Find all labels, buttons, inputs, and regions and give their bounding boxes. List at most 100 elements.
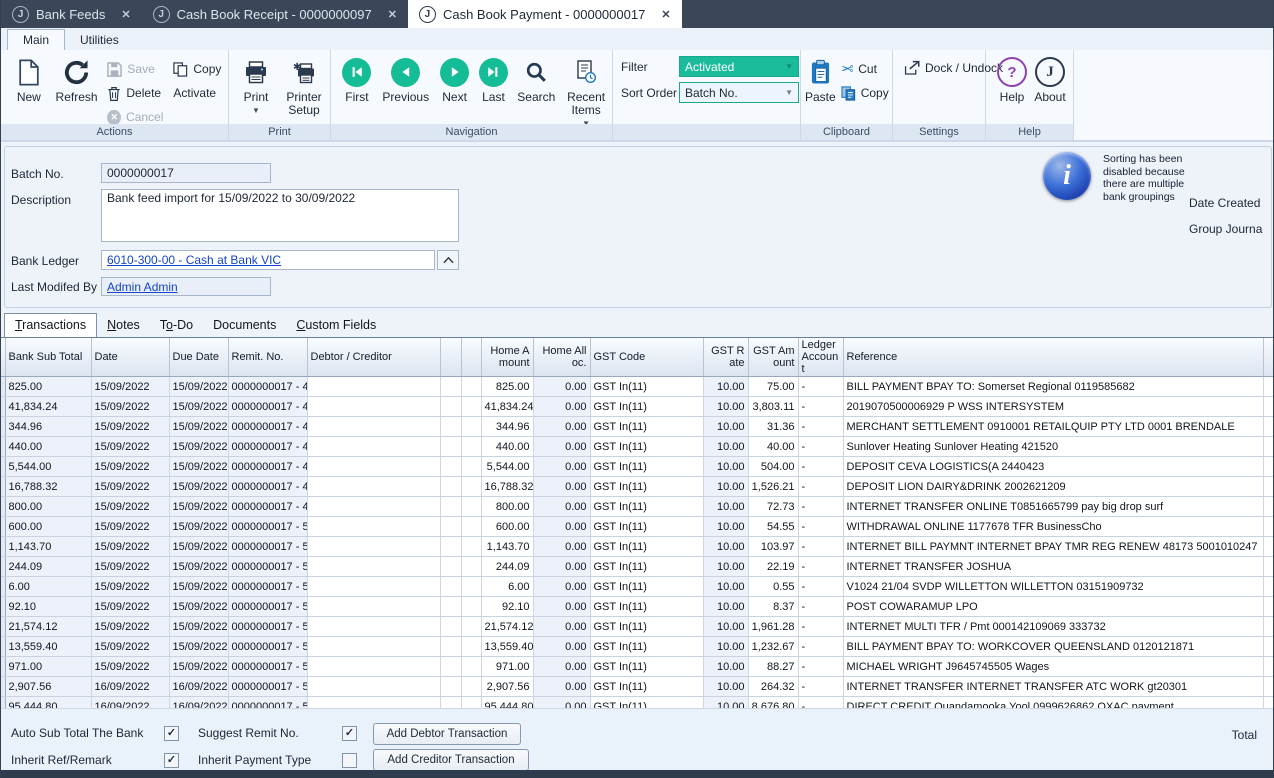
grid-cell-gstrate[interactable]: 10.00 [703,417,748,437]
grid-cell-alloc[interactable]: 0.00 [533,397,590,417]
grid-cell-date[interactable]: 15/09/2022 [91,537,169,557]
grid-cell-ref[interactable]: POST COWARAMUP LPO [843,597,1263,617]
grid-cell-gstcode[interactable]: GST In(11) [590,537,703,557]
grid-cell-gstamt[interactable]: 40.00 [748,437,798,457]
grid-cell-gstamt[interactable]: 88.27 [748,657,798,677]
grid-cell-remit[interactable]: 0000000017 - 5 [228,637,307,657]
grid-cell-amount[interactable]: 16,788.32 [481,477,533,497]
grid-cell-amount[interactable]: 344.96 [481,417,533,437]
grid-cell-gstcode[interactable]: GST In(11) [590,577,703,597]
grid-cell-ledger[interactable]: - [798,617,843,637]
grid-cell-c3[interactable] [1263,597,1274,617]
grid-cell-due[interactable]: 15/09/2022 [169,377,228,397]
grid-cell-gstrate[interactable]: 10.00 [703,557,748,577]
grid-cell-debtor[interactable] [307,537,440,557]
new-button[interactable]: New [7,50,51,104]
grid-cell-c1[interactable] [440,657,461,677]
grid-cell-due[interactable]: 15/09/2022 [169,477,228,497]
grid-cell-due[interactable]: 15/09/2022 [169,397,228,417]
grid-cell-alloc[interactable]: 0.00 [533,677,590,697]
grid-cell-debtor[interactable] [307,437,440,457]
add-debtor-transaction-button[interactable]: Add Debtor Transaction [373,723,521,745]
grid-cell-remit[interactable]: 0000000017 - 4 [228,417,307,437]
detail-tab-notes[interactable]: Notes [97,314,150,337]
grid-cell-gstcode[interactable]: GST In(11) [590,497,703,517]
next-button[interactable]: Next [435,50,475,104]
grid-cell-sub[interactable]: 92.10 [5,597,91,617]
sort-order-dropdown[interactable]: Batch No. ▼ [679,82,799,103]
grid-cell-c2[interactable] [461,537,481,557]
grid-cell-ref[interactable]: DEPOSIT CEVA LOGISTICS(A 2440423 [843,457,1263,477]
collapse-header-button[interactable] [437,250,459,270]
grid-cell-ledger[interactable]: - [798,417,843,437]
grid-cell-c1[interactable] [440,557,461,577]
table-row[interactable]: 41,834.2415/09/202215/09/20220000000017 … [1,397,1274,417]
grid-cell-c3[interactable] [1263,537,1274,557]
grid-cell-ref[interactable]: INTERNET MULTI TFR / Pmt 000142109069 33… [843,617,1263,637]
window-tab[interactable]: JCash Book Receipt - 0000000097✕ [142,0,408,28]
grid-cell-c1[interactable] [440,537,461,557]
grid-cell-debtor[interactable] [307,457,440,477]
table-row[interactable]: 2,907.5616/09/202216/09/20220000000017 -… [1,677,1274,697]
grid-cell-date[interactable]: 15/09/2022 [91,657,169,677]
paste-button[interactable]: Paste [805,50,836,104]
grid-cell-c1[interactable] [440,677,461,697]
grid-cell-alloc[interactable]: 0.00 [533,657,590,677]
grid-cell-c1[interactable] [440,377,461,397]
grid-cell-gstrate[interactable]: 10.00 [703,397,748,417]
grid-cell-c2[interactable] [461,457,481,477]
grid-cell-date[interactable]: 15/09/2022 [91,637,169,657]
grid-cell-gstamt[interactable]: 1,232.67 [748,637,798,657]
grid-cell-c1[interactable] [440,597,461,617]
description-field[interactable]: Bank feed import for 15/09/2022 to 30/09… [101,189,459,242]
grid-cell-amount[interactable]: 5,544.00 [481,457,533,477]
grid-cell-sub[interactable]: 6.00 [5,577,91,597]
grid-cell-alloc[interactable]: 0.00 [533,597,590,617]
grid-cell-ledger[interactable]: - [798,457,843,477]
help-button[interactable]: ? Help [994,50,1030,104]
grid-cell-remit[interactable]: 0000000017 - 5 [228,517,307,537]
grid-cell-due[interactable]: 15/09/2022 [169,457,228,477]
grid-cell-gstrate[interactable]: 10.00 [703,477,748,497]
grid-cell-c3[interactable] [1263,497,1274,517]
grid-cell-due[interactable]: 15/09/2022 [169,597,228,617]
grid-cell-c3[interactable] [1263,477,1274,497]
grid-cell-gstamt[interactable]: 504.00 [748,457,798,477]
grid-cell-c2[interactable] [461,417,481,437]
inherit-payment-type-checkbox[interactable] [342,753,357,768]
grid-cell-debtor[interactable] [307,597,440,617]
detail-tab-to-do[interactable]: To-Do [150,314,203,337]
grid-cell-due[interactable]: 15/09/2022 [169,497,228,517]
grid-cell-date[interactable]: 15/09/2022 [91,617,169,637]
grid-cell-gstamt[interactable]: 54.55 [748,517,798,537]
print-dropdown-icon[interactable]: ▼ [252,104,260,117]
grid-cell-c2[interactable] [461,377,481,397]
grid-cell-gstrate[interactable]: 10.00 [703,377,748,397]
grid-cell-ledger[interactable]: - [798,557,843,577]
grid-cell-gstrate[interactable]: 10.00 [703,617,748,637]
grid-cell-ref[interactable]: INTERNET BILL PAYMNT INTERNET BPAY TMR R… [843,537,1263,557]
grid-cell-ref[interactable]: INTERNET TRANSFER JOSHUA [843,557,1263,577]
grid-cell-amount[interactable]: 600.00 [481,517,533,537]
grid-cell-gstamt[interactable]: 22.19 [748,557,798,577]
grid-cell-date[interactable]: 15/09/2022 [91,577,169,597]
grid-cell-alloc[interactable]: 0.00 [533,457,590,477]
close-tab-icon[interactable]: ✕ [388,8,397,21]
grid-cell-c3[interactable] [1263,417,1274,437]
grid-cell-date[interactable]: 15/09/2022 [91,477,169,497]
grid-cell-sub[interactable]: 5,544.00 [5,457,91,477]
grid-cell-ledger[interactable]: - [798,657,843,677]
table-row[interactable]: 21,574.1215/09/202215/09/20220000000017 … [1,617,1274,637]
grid-cell-alloc[interactable]: 0.00 [533,517,590,537]
grid-cell-debtor[interactable] [307,397,440,417]
grid-cell-date[interactable]: 15/09/2022 [91,377,169,397]
window-tab[interactable]: JCash Book Payment - 0000000017✕ [408,0,682,28]
grid-cell-gstamt[interactable]: 1,526.21 [748,477,798,497]
grid-cell-c3[interactable] [1263,457,1274,477]
grid-cell-gstcode[interactable]: GST In(11) [590,657,703,677]
grid-cell-alloc[interactable]: 0.00 [533,537,590,557]
grid-cell-ledger[interactable]: - [798,397,843,417]
grid-cell-c3[interactable] [1263,657,1274,677]
table-row[interactable]: 244.0915/09/202215/09/20220000000017 - 5… [1,557,1274,577]
grid-cell-gstcode[interactable]: GST In(11) [590,397,703,417]
